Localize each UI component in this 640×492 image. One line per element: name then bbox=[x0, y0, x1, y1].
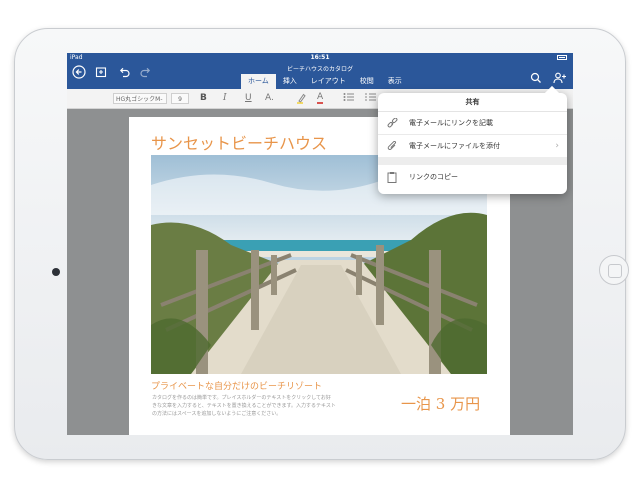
search-icon[interactable] bbox=[530, 72, 542, 84]
share-email-attachment-label: 電子メールにファイルを添付 bbox=[409, 142, 500, 150]
share-popover: 共有 電子メールにリンクを記載 電子メールにファイルを添付 › リンクのコピー bbox=[378, 85, 567, 194]
font-color-icon[interactable]: A bbox=[317, 92, 324, 104]
copy-link-item[interactable]: リンクのコピー bbox=[378, 166, 567, 188]
back-arrow-icon[interactable] bbox=[72, 65, 86, 79]
front-camera bbox=[52, 268, 60, 276]
numbered-list-icon[interactable] bbox=[365, 92, 376, 106]
word-app-screen: iPad 16:51 ビーチハウスのカタログ ホーム 挿入 レイアウト 校閲 表… bbox=[67, 53, 573, 435]
font-name-field[interactable]: HG丸ゴシックM- bbox=[113, 93, 167, 104]
body-line: の方法にはスペースを追加しないようにご注意ください。 bbox=[152, 411, 282, 417]
underline-icon[interactable]: U bbox=[245, 92, 252, 104]
text-effects-icon[interactable]: A. bbox=[265, 92, 274, 104]
redo-icon[interactable] bbox=[139, 65, 153, 79]
clipboard-icon bbox=[386, 166, 398, 192]
bold-icon[interactable]: B bbox=[200, 92, 207, 104]
chevron-right-icon: › bbox=[555, 141, 559, 151]
status-bar: iPad 16:51 bbox=[67, 53, 573, 63]
ribbon-tabs: ホーム 挿入 レイアウト 校閲 表示 bbox=[241, 74, 409, 89]
highlighter-icon[interactable] bbox=[296, 92, 306, 108]
body-line: カタログを作るのは簡単です。プレイスホルダーのテキストをクリックしてお好 bbox=[152, 395, 331, 401]
share-email-attachment-item[interactable]: 電子メールにファイルを添付 › bbox=[378, 134, 567, 157]
tab-home[interactable]: ホーム bbox=[241, 74, 276, 89]
font-size-field[interactable]: 9 bbox=[171, 93, 189, 104]
tab-layout[interactable]: レイアウト bbox=[304, 74, 353, 89]
title-bar: ビーチハウスのカタログ ホーム 挿入 レイアウト 校閲 表示 bbox=[67, 63, 573, 89]
italic-icon[interactable]: I bbox=[223, 92, 227, 104]
catalog-heading[interactable]: サンセットビーチハウス bbox=[151, 130, 327, 154]
tab-review[interactable]: 校閲 bbox=[353, 74, 381, 89]
body-line: きな文章を入力すると、テキストを置き換えることができます。入力するテキスト bbox=[152, 403, 336, 409]
catalog-body-text[interactable]: カタログを作るのは簡単です。プレイスホルダーのテキストをクリックしてお好 きな文… bbox=[152, 394, 358, 418]
battery-icon bbox=[557, 55, 567, 60]
share-email-link-label: 電子メールにリンクを記載 bbox=[409, 119, 493, 127]
tab-insert[interactable]: 挿入 bbox=[276, 74, 304, 89]
file-save-icon[interactable] bbox=[94, 65, 108, 79]
undo-icon[interactable] bbox=[117, 65, 131, 79]
bullet-list-icon[interactable] bbox=[343, 92, 354, 106]
share-person-icon[interactable] bbox=[553, 72, 567, 84]
tab-view[interactable]: 表示 bbox=[381, 74, 409, 89]
status-time: 16:51 bbox=[310, 54, 330, 61]
catalog-subheading[interactable]: プライベートな自分だけのビーチリゾート bbox=[151, 379, 322, 392]
share-popover-title: 共有 bbox=[378, 93, 567, 112]
copy-link-label: リンクのコピー bbox=[409, 173, 458, 181]
popover-separator bbox=[378, 157, 567, 165]
share-email-link-item[interactable]: 電子メールにリンクを記載 bbox=[378, 112, 567, 134]
price-text[interactable]: 一泊 3 万円 bbox=[401, 393, 480, 414]
home-button[interactable] bbox=[599, 255, 629, 285]
